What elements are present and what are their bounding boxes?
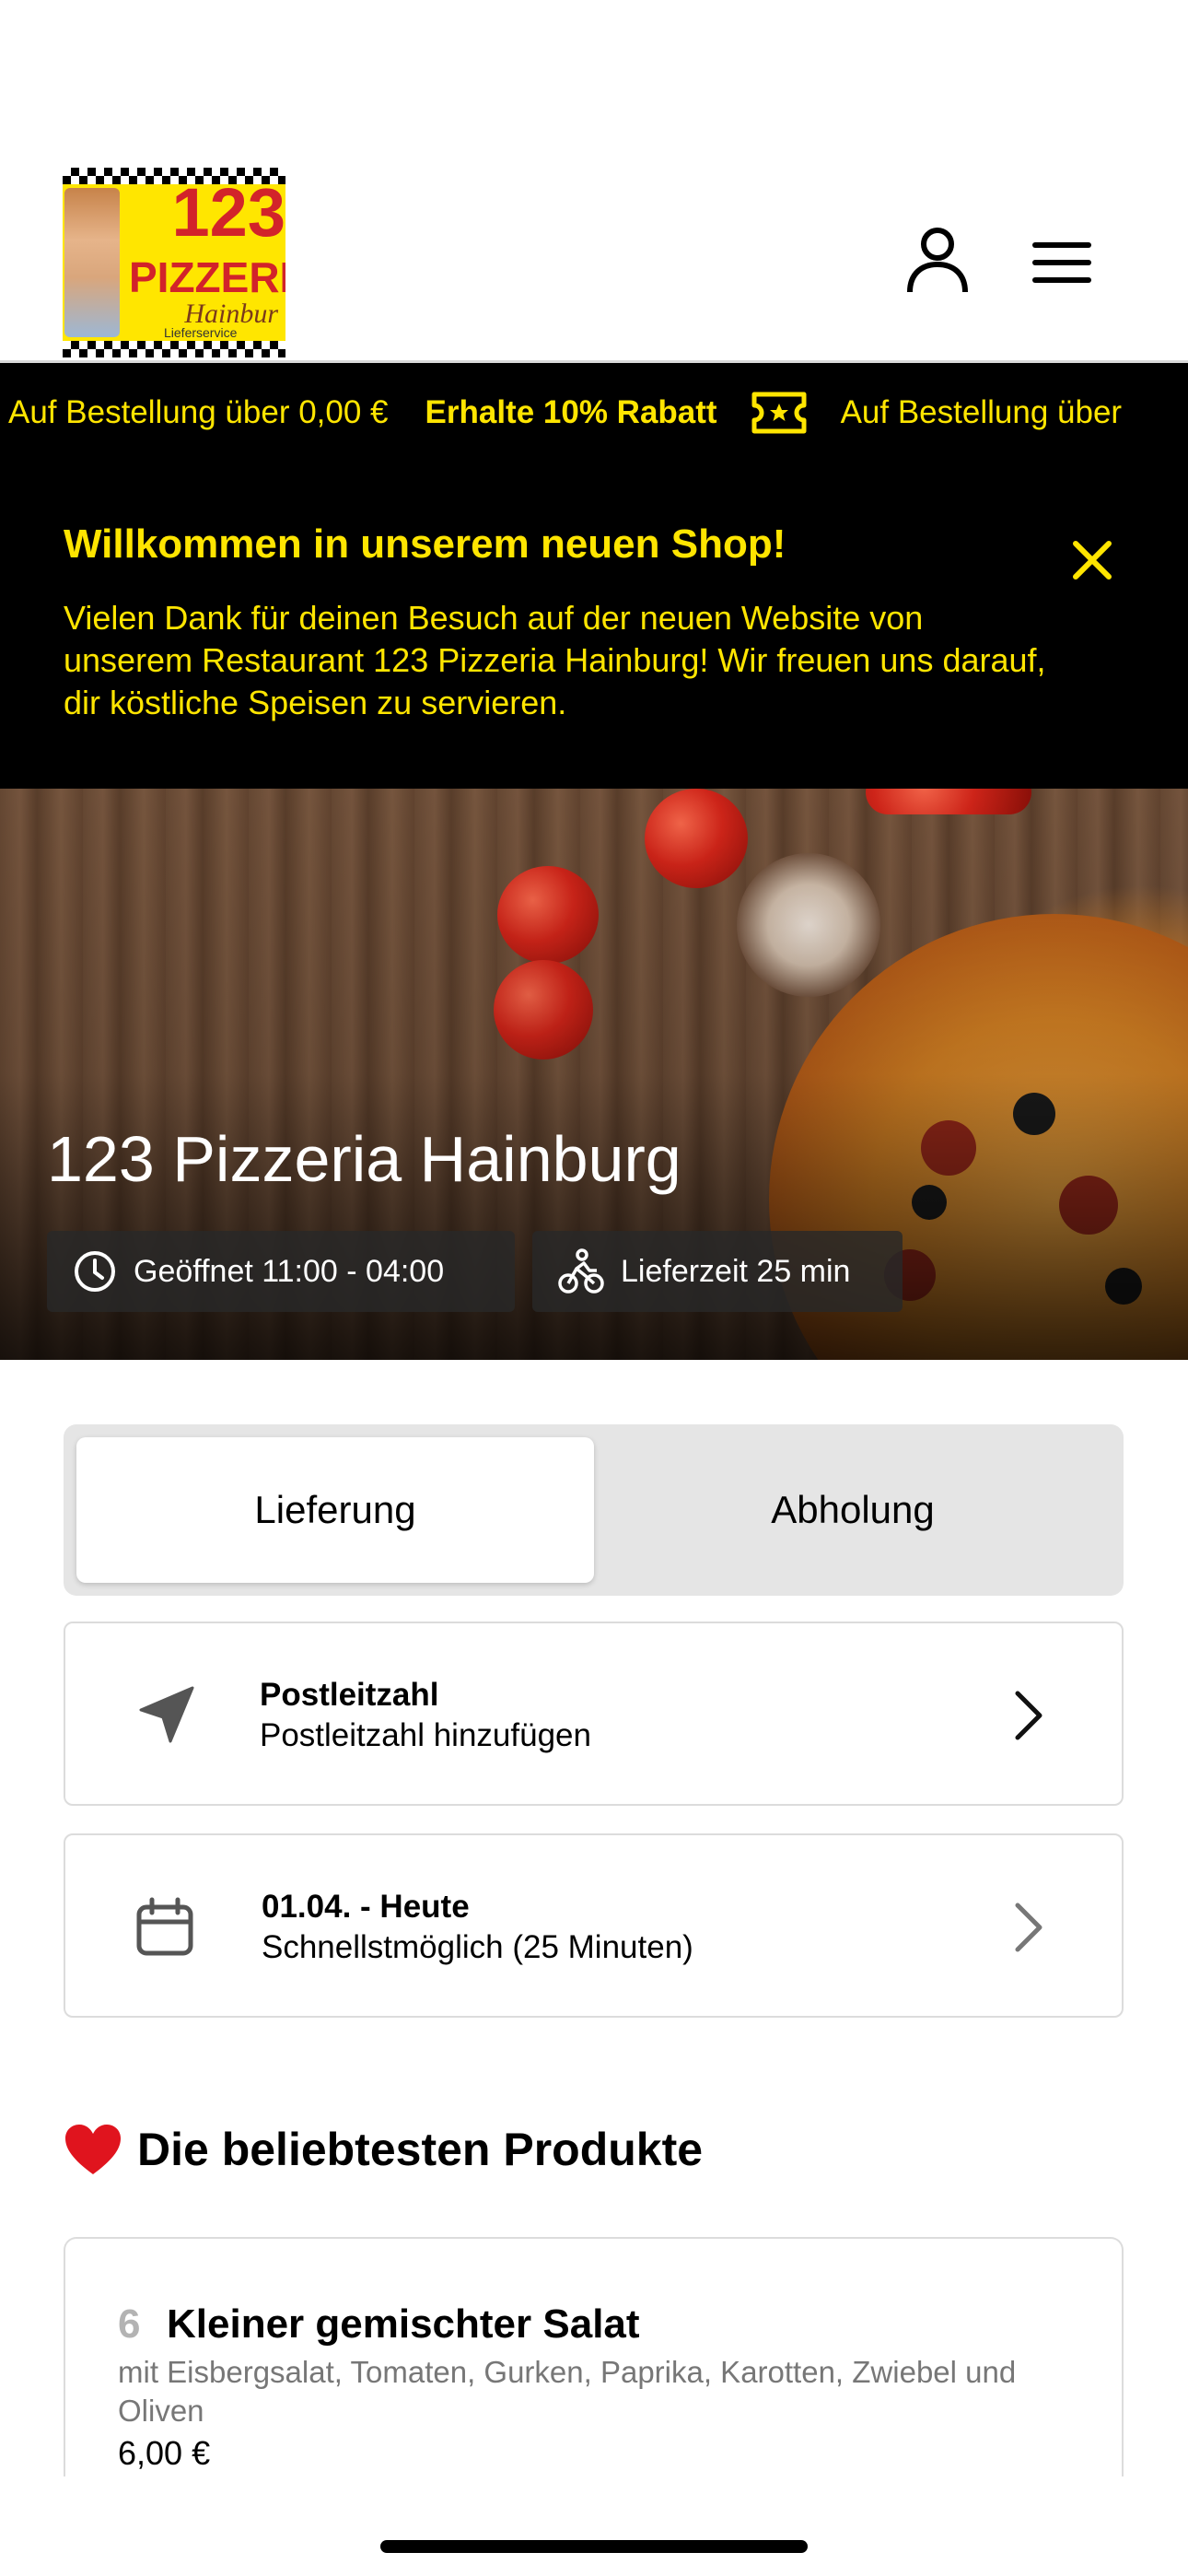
delivery-time-text: Lieferzeit 25 min	[621, 1253, 851, 1289]
heart-icon	[65, 2125, 121, 2174]
tab-pickup[interactable]: Abholung	[594, 1437, 1112, 1583]
popular-products-heading: Die beliebtesten Produkte	[64, 2123, 703, 2176]
product-name: Kleiner gemischter Salat	[167, 2301, 640, 2347]
header: 123 PIZZERI Hainbur Lieferservice	[0, 0, 1188, 363]
hero-banner: 123 Pizzeria Hainburg Geöffnet 11:00 - 0…	[0, 789, 1188, 1360]
product-number: 6	[118, 2301, 141, 2347]
home-indicator[interactable]	[380, 2540, 808, 2553]
chevron-right-icon	[1015, 1691, 1042, 1740]
menu-icon	[1032, 242, 1091, 283]
product-description: mit Eisbergsalat, Tomaten, Gurken, Papri…	[118, 2355, 1017, 2428]
logo-brand: PIZZERI	[129, 253, 285, 301]
close-banner-button[interactable]	[1068, 536, 1116, 584]
user-icon	[907, 228, 968, 293]
restaurant-name: 123 Pizzeria Hainburg	[47, 1123, 681, 1195]
product-price: 6,00 €	[118, 2434, 211, 2472]
popular-products-title: Die beliebtesten Produkte	[137, 2124, 704, 2175]
postcode-card[interactable]: Postleitzahl Postleitzahl hinzufügen	[64, 1622, 1124, 1806]
postcode-title: Postleitzahl	[260, 1677, 439, 1713]
logo-script: Hainbur	[184, 299, 278, 329]
opening-hours-text: Geöffnet 11:00 - 04:00	[134, 1253, 445, 1289]
product-card[interactable]: 6 Kleiner gemischter Salat mit Eisbergsa…	[64, 2237, 1124, 2476]
welcome-title: Willkommen in unserem neuen Shop!	[64, 521, 786, 567]
postcode-subtitle: Postleitzahl hinzufügen	[260, 1717, 591, 1753]
logo-photo	[64, 188, 120, 337]
ticker-item: Auf Bestellung über 0,00 €	[8, 394, 389, 430]
logo-number: 123	[171, 174, 285, 251]
delivery-time-chip: Lieferzeit 25 min	[532, 1231, 903, 1312]
logo-tagline: Lieferservice	[164, 325, 238, 340]
schedule-subtitle: Schnellstmöglich (25 Minuten)	[262, 1929, 693, 1965]
welcome-text: Vielen Dank für deinen Besuch auf der ne…	[64, 599, 1046, 721]
calendar-icon	[136, 1897, 193, 1956]
bottom-safe-area	[0, 2476, 1188, 2576]
restaurant-logo[interactable]: 123 PIZZERI Hainbur Lieferservice	[63, 168, 285, 357]
logo-checker-bottom	[63, 341, 285, 357]
menu-button[interactable]	[1030, 240, 1094, 286]
tab-delivery[interactable]: Lieferung	[76, 1437, 594, 1583]
clock-icon	[75, 1251, 115, 1292]
close-icon	[1073, 541, 1112, 580]
welcome-banner: Willkommen in unserem neuen Shop! Vielen…	[0, 463, 1188, 789]
opening-hours-chip: Geöffnet 11:00 - 04:00	[47, 1231, 515, 1312]
schedule-title: 01.04. - Heute	[262, 1889, 470, 1925]
account-button[interactable]	[903, 225, 973, 295]
promo-ticker: Auf Bestellung über 0,00 € Erhalte 10% R…	[0, 363, 1188, 463]
schedule-card[interactable]: 01.04. - Heute Schnellstmöglich (25 Minu…	[64, 1833, 1124, 2018]
bicycle-courier-icon	[558, 1248, 604, 1294]
location-arrow-icon	[139, 1686, 194, 1743]
ticker-item: Auf Bestellung über	[840, 394, 1123, 430]
ticker-item: Erhalte 10% Rabatt	[425, 394, 717, 430]
ticket-star-icon	[751, 392, 807, 434]
order-mode-toggle: Lieferung Abholung	[64, 1424, 1124, 1596]
chevron-right-icon	[1015, 1903, 1042, 1952]
